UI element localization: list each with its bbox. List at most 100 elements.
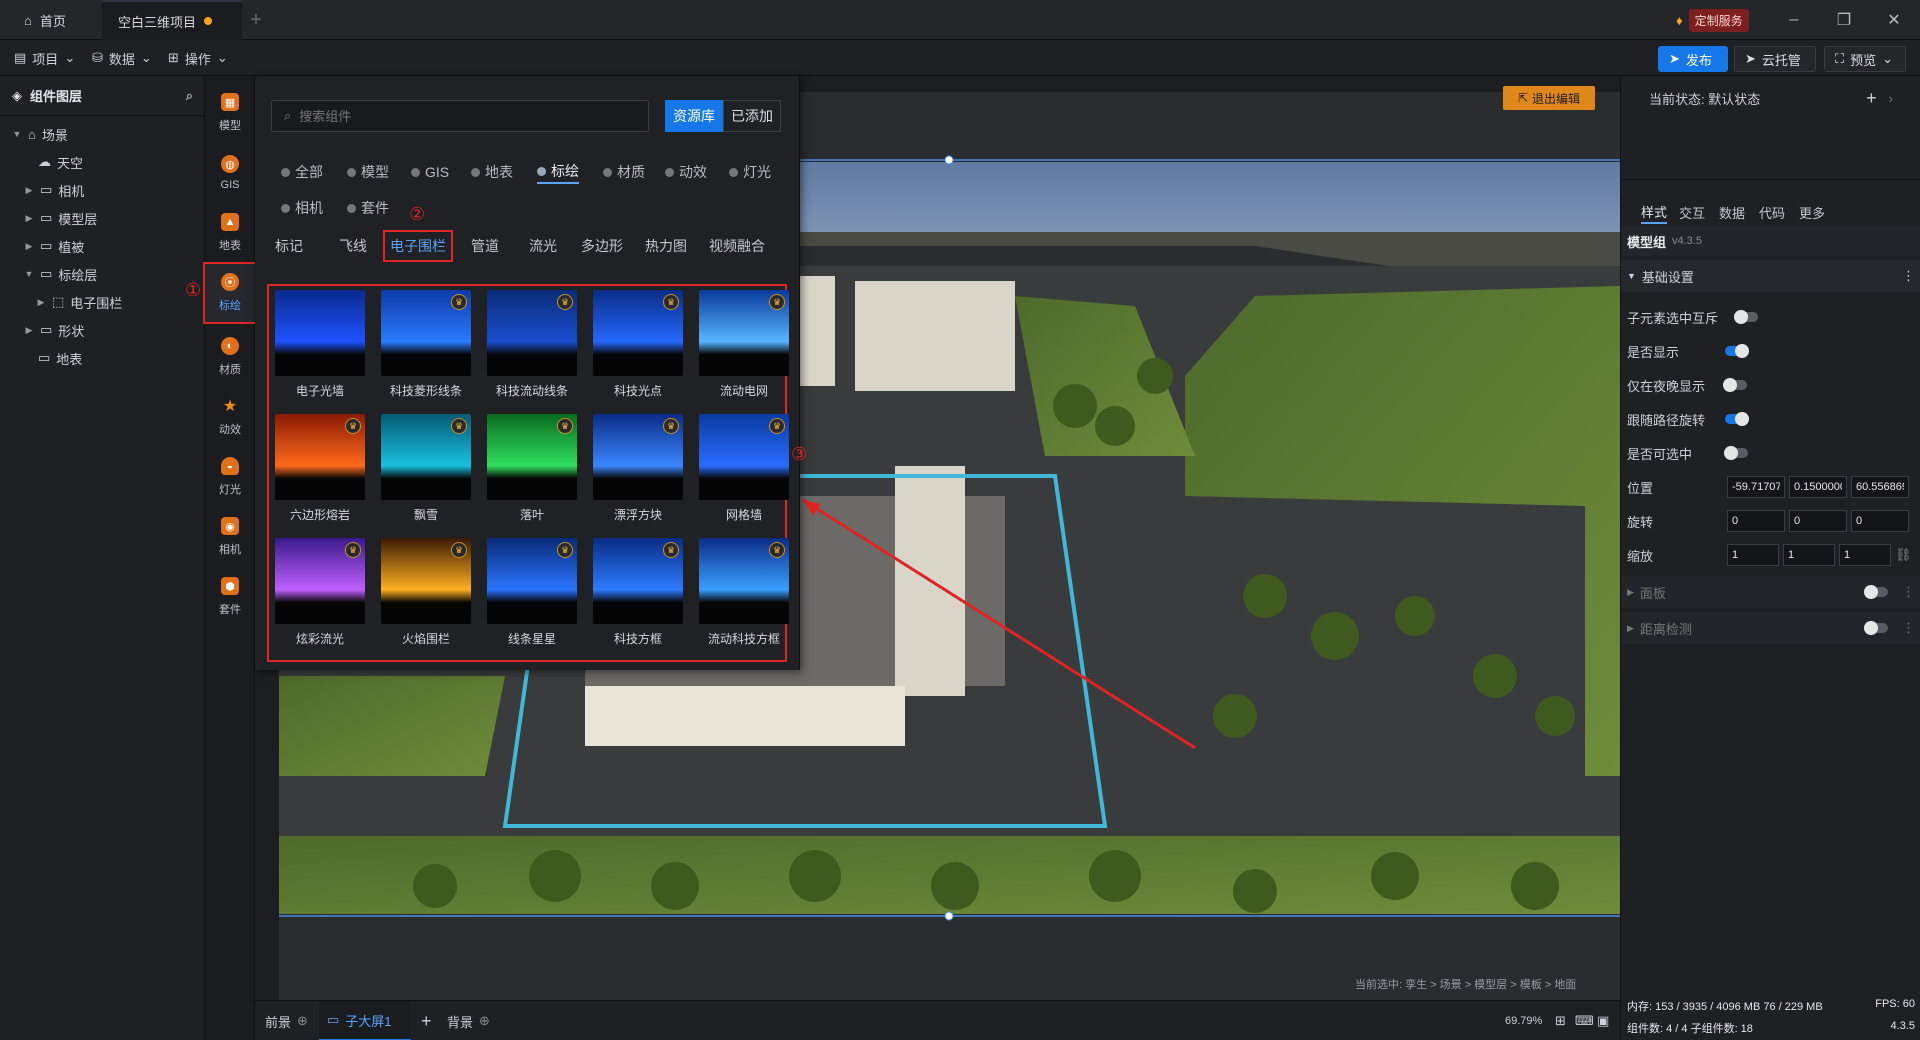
toggle-selectable[interactable] [1724, 446, 1749, 460]
subtab-streamer[interactable]: 流光 [525, 232, 561, 260]
tree-item-fence[interactable]: ▶ ⬚ 电子围栏 [0, 288, 205, 316]
category-kit[interactable]: 套件 [347, 196, 389, 220]
rotation-x-input[interactable] [1727, 510, 1785, 532]
component-card[interactable]: ♛ 六边形熔岩 [275, 414, 365, 530]
component-card[interactable]: ♛ 漂浮方块 [593, 414, 683, 530]
toggle-night-only[interactable] [1723, 378, 1748, 392]
subtab-flyline[interactable]: 飞线 [335, 232, 371, 260]
tree-item-scene[interactable]: ▼ ⌂ 场景 [0, 120, 205, 148]
category-model-button[interactable]: ▦ 模型 [205, 84, 255, 142]
source-lib-tab[interactable]: 资源库 [665, 100, 723, 132]
component-card[interactable]: ♛ 线条星星 [487, 538, 577, 654]
tree-item-shape[interactable]: ▶ ▭ 形状 [0, 316, 205, 344]
more-vert-icon[interactable]: ⋮ [1902, 268, 1915, 284]
category-camera-button[interactable]: ◉ 相机 [205, 508, 255, 566]
tab-home[interactable]: ⌂ 首页 [8, 0, 92, 40]
component-card[interactable]: ♛ 飘雪 [381, 414, 471, 530]
component-card[interactable]: ♛ 流动电网 [699, 290, 789, 406]
link-icon[interactable]: ⛓ [1895, 547, 1912, 563]
search-input[interactable] [299, 108, 620, 124]
tab-style[interactable]: 样式 [1641, 200, 1668, 224]
position-y-input[interactable] [1789, 476, 1847, 498]
category-all[interactable]: 全部 [281, 160, 323, 184]
tab-data[interactable]: 数据 [1719, 200, 1745, 224]
tree-item-terrain[interactable]: ▭ 地表 [0, 344, 205, 372]
subtab-marker[interactable]: 标记 [271, 232, 307, 260]
caret-down-icon[interactable]: ▼ [24, 269, 34, 279]
search-icon[interactable]: ⌕ [186, 88, 193, 104]
component-card[interactable]: ♛ 流动科技方框 [699, 538, 789, 654]
tab-interaction[interactable]: 交互 [1679, 200, 1705, 224]
caret-down-icon[interactable]: ▼ [12, 129, 22, 139]
toggle-mutex[interactable] [1734, 310, 1759, 324]
tree-item-model-layer[interactable]: ▶ ▭ 模型层 [0, 204, 205, 232]
tab-project[interactable]: 空白三维项目 [102, 0, 242, 40]
section-distance[interactable]: ▶ 距离检测 ⋮ [1621, 612, 1920, 644]
scale-y-input[interactable] [1783, 544, 1835, 566]
rotation-z-input[interactable] [1851, 510, 1909, 532]
section-panel[interactable]: ▶ 面板 ⋮ [1621, 576, 1920, 608]
preview-button[interactable]: ⛶ 预览 ⌄ [1824, 46, 1906, 72]
close-button[interactable]: ✕ [1876, 6, 1912, 34]
tab-more[interactable]: 更多 [1799, 200, 1825, 224]
subtab-fence[interactable]: 电子围栏 [383, 230, 453, 262]
component-card[interactable]: ♛ 科技光点 [593, 290, 683, 406]
fit-icon[interactable]: ⊞ [1555, 1001, 1566, 1040]
add-circle-icon[interactable]: ⊕ [297, 1013, 308, 1029]
caret-right-icon[interactable]: ▶ [24, 185, 34, 196]
component-card[interactable]: ♛ 科技流动线条 [487, 290, 577, 406]
subtab-heatmap[interactable]: 热力图 [641, 232, 691, 260]
restore-button[interactable]: ❐ [1826, 6, 1862, 34]
zoom-level[interactable]: 69.79% [1505, 1001, 1542, 1040]
tree-item-plot-layer[interactable]: ▼ ▭ 标绘层 [0, 260, 205, 288]
sub-screen-tab[interactable]: ▭ 子大屏1 [319, 1001, 411, 1040]
tree-item-sky[interactable]: ☁ 天空 [0, 148, 205, 176]
category-terrain-button[interactable]: ▲ 地表 [205, 204, 255, 262]
menu-project[interactable]: ▤ 项目 ⌄ [14, 46, 75, 70]
added-tab[interactable]: 已添加 [723, 100, 781, 132]
component-card[interactable]: 电子光墙 [275, 290, 365, 406]
rotation-y-input[interactable] [1789, 510, 1847, 532]
cloud-host-button[interactable]: ➤ 云托管 [1734, 46, 1816, 72]
exit-edit-button[interactable]: ⇱ 退出编辑 [1503, 86, 1595, 110]
category-light-button[interactable]: ◒ 灯光 [205, 448, 255, 506]
category-effect-button[interactable]: ★ 动效 [205, 388, 255, 446]
category-camera[interactable]: 相机 [281, 196, 323, 220]
category-material[interactable]: 材质 [603, 160, 645, 184]
category-gis[interactable]: GIS [411, 160, 449, 184]
component-card[interactable]: ♛ 网格墙 [699, 414, 789, 530]
tree-item-camera[interactable]: ▶ ▭ 相机 [0, 176, 205, 204]
category-gis-button[interactable]: ◍ GIS [205, 144, 255, 202]
new-tab-button[interactable]: + [244, 8, 268, 32]
toggle-visible[interactable] [1725, 344, 1750, 358]
category-terrain[interactable]: 地表 [471, 160, 513, 184]
background-tab[interactable]: 背景 ⊕ [447, 1001, 490, 1040]
menu-data[interactable]: ⛁ 数据 ⌄ [92, 46, 152, 70]
foreground-tab[interactable]: 前景 ⊕ [265, 1001, 308, 1040]
tree-item-vegetation[interactable]: ▶ ▭ 植被 [0, 232, 205, 260]
menu-ops[interactable]: ⊞ 操作 ⌄ [168, 46, 228, 70]
caret-right-icon[interactable]: ▶ [24, 241, 34, 252]
category-model[interactable]: 模型 [347, 160, 389, 184]
section-basic[interactable]: ▼ 基础设置 ⋮ [1621, 260, 1920, 292]
caret-right-icon[interactable]: ▶ [24, 325, 34, 336]
add-screen-button[interactable]: + [421, 1001, 432, 1040]
add-circle-icon[interactable]: ⊕ [479, 1013, 490, 1029]
subtab-video-fusion[interactable]: 视频融合 [705, 232, 769, 260]
category-material-button[interactable]: ◐ 材质 [205, 328, 255, 386]
terminal-icon[interactable]: ▣ [1597, 1001, 1609, 1040]
category-light[interactable]: 灯光 [729, 160, 771, 184]
scale-x-input[interactable] [1727, 544, 1779, 566]
toggle-distance[interactable] [1864, 621, 1888, 635]
caret-right-icon[interactable]: ▶ [36, 297, 46, 308]
minimize-button[interactable]: – [1776, 6, 1812, 34]
category-plot-button[interactable]: ⦿ 标绘 [203, 262, 257, 324]
component-card[interactable]: ♛ 炫彩流光 [275, 538, 365, 654]
chevron-right-icon[interactable]: › [1889, 91, 1893, 106]
toggle-panel[interactable] [1864, 585, 1888, 599]
tab-code[interactable]: 代码 [1759, 200, 1785, 224]
caret-right-icon[interactable]: ▶ [24, 213, 34, 224]
category-effect[interactable]: 动效 [665, 160, 707, 184]
scale-z-input[interactable] [1839, 544, 1891, 566]
more-vert-icon[interactable]: ⋮ [1902, 620, 1915, 636]
